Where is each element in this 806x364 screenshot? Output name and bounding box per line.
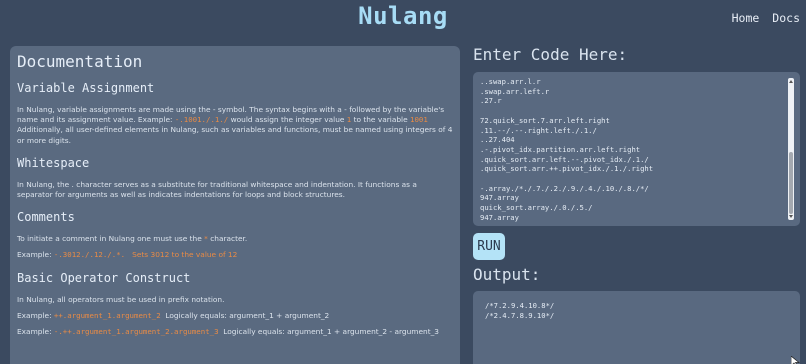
code-line: 947.array bbox=[480, 193, 519, 203]
output-line: /*2.4.7.8.9.10*/ bbox=[485, 310, 555, 320]
comments-text: To initiate a comment in Nulang one must… bbox=[17, 234, 248, 244]
variable-assignment-text: In Nulang, variable assignments are made… bbox=[17, 105, 453, 145]
code-line: .11.--/.--.right.left./.1./ bbox=[480, 125, 597, 135]
code-input-heading: Enter Code Here: bbox=[473, 45, 628, 64]
code-line: .quick_sort.arr.++.pivot_idx./.1./.right bbox=[480, 164, 654, 174]
nav-bar: Home Docs bbox=[732, 11, 800, 25]
run-button[interactable]: RUN bbox=[473, 233, 505, 260]
code-line: 947.array bbox=[480, 212, 519, 222]
triangle-down-icon[interactable] bbox=[789, 215, 793, 218]
output-lines: /*7.2.9.4.10.8*//*2.4.7.8.9.10*/ bbox=[485, 301, 788, 320]
code-lines: ..swap.arr.l.r .swap.arr.left.r .27.r 72.qu… bbox=[480, 77, 780, 223]
code-line: ..27.404 bbox=[480, 135, 515, 145]
output-line: /*7.2.9.4.10.8*/ bbox=[485, 301, 555, 310]
output-heading: Output: bbox=[473, 265, 541, 284]
code-example: -.1001./.1./ bbox=[174, 115, 229, 125]
code-line: ..swap.arr.l.r bbox=[480, 77, 541, 86]
code-line: quick_sort.array./.0./.5./ bbox=[480, 203, 593, 213]
comments-example: Example: -.3012./.12./.*. Sets 3012 to t… bbox=[17, 250, 238, 260]
operator-example-1: Example: ++.argument_1.argument_2 Logica… bbox=[17, 310, 330, 320]
code-line: .swap.arr.left.r bbox=[480, 86, 550, 96]
variable-assignment-heading: Variable Assignment bbox=[17, 81, 155, 95]
nav-home-link[interactable]: Home bbox=[732, 11, 760, 25]
documentation-panel[interactable]: Documentation Variable Assignment In Nul… bbox=[10, 46, 460, 364]
code-line: .quick_sort.arr.left.--.pivot_idx./.1./ bbox=[480, 154, 649, 164]
comments-heading: Comments bbox=[17, 210, 75, 225]
triangle-up-icon[interactable] bbox=[789, 80, 793, 83]
operator-heading: Basic Operator Construct bbox=[17, 270, 191, 285]
operator-example-2: Example: -.++.argument_1.argument_2.argu… bbox=[17, 327, 439, 337]
scrollbar-thumb[interactable] bbox=[789, 152, 793, 214]
output-box: /*7.2.9.4.10.8*//*2.4.7.8.9.10*/ bbox=[473, 291, 800, 364]
code-line: -.array./*./.7./.2./.9./.4./.10./.8./*/ bbox=[480, 183, 649, 193]
nav-docs-link[interactable]: Docs bbox=[772, 11, 800, 25]
top-bar: Nulang Home Docs bbox=[0, 0, 806, 40]
code-line: .27.r bbox=[480, 96, 502, 106]
mouse-pointer-icon bbox=[791, 356, 800, 364]
code-line: 72.quick_sort.7.arr.left.right bbox=[480, 115, 610, 125]
operator-text: In Nulang, all operators must be used in… bbox=[17, 294, 225, 304]
whitespace-heading: Whitespace bbox=[17, 155, 90, 170]
whitespace-text: In Nulang, the . character serves as a s… bbox=[17, 179, 417, 200]
code-line: .-.pivot_idx.partition.arr.left.right bbox=[480, 144, 641, 154]
code-editor[interactable]: ..swap.arr.l.r .swap.arr.left.r .27.r 72.qu… bbox=[473, 72, 800, 226]
editor-scrollbar[interactable] bbox=[788, 78, 794, 220]
app-title: Nulang bbox=[358, 2, 448, 30]
documentation-title: Documentation bbox=[17, 52, 143, 71]
